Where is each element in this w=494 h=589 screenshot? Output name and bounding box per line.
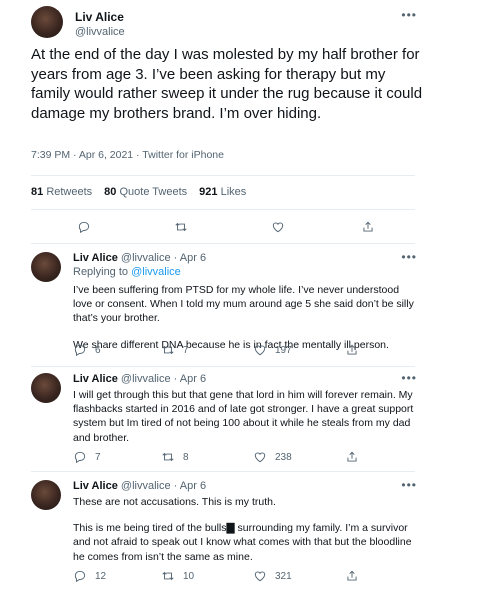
avatar[interactable] [31, 252, 61, 282]
more-icon[interactable]: ••• [401, 371, 417, 385]
user-handle[interactable]: @livvalice [121, 373, 171, 385]
display-name[interactable]: Liv Alice [73, 480, 118, 492]
reply-icon [74, 451, 86, 464]
avatar[interactable] [31, 6, 63, 38]
retweet-icon [162, 571, 174, 581]
retweets-stat[interactable]: 81 Retweets [31, 186, 92, 198]
reply-action-bar: 7 8 238 [73, 450, 415, 466]
likes-stat[interactable]: 921 Likes [199, 186, 246, 198]
reply-icon [74, 570, 86, 583]
replying-to: Replying to @livvalice [73, 266, 181, 278]
share-icon[interactable] [361, 220, 375, 234]
share-icon [347, 344, 357, 355]
reply-icon [74, 344, 86, 357]
main-tweet-text: At the end of the day I was molested by … [31, 46, 423, 122]
reply-tweet[interactable]: Liv Alice @livvalice · Apr 6 ••• These a… [31, 478, 417, 585]
share-button[interactable] [345, 343, 359, 357]
reply-icon[interactable] [77, 220, 91, 234]
share-button[interactable] [345, 569, 359, 583]
divider [31, 209, 415, 210]
more-icon[interactable]: ••• [401, 250, 417, 264]
reply-action-bar: 6 7 197 [73, 343, 415, 359]
display-name[interactable]: Liv Alice [75, 10, 124, 24]
retweet-icon [162, 452, 174, 462]
quote-tweets-stat[interactable]: 80 Quote Tweets [104, 186, 187, 198]
reply-button[interactable]: 6 [73, 343, 101, 357]
user-handle[interactable]: @livvalice [121, 480, 171, 492]
divider [31, 175, 415, 176]
display-name[interactable]: Liv Alice [73, 373, 118, 385]
reply-text: I will get through this but that gene th… [73, 389, 414, 444]
engagement-stats: 81 Retweets 80 Quote Tweets 921 Likes [31, 186, 246, 198]
divider [31, 366, 415, 367]
reply-action-bar: 12 10 321 [73, 569, 415, 585]
main-action-bar [31, 220, 415, 236]
main-tweet-header: Liv Alice @livvalice ••• [31, 6, 416, 40]
like-icon[interactable] [271, 220, 285, 234]
like-icon [254, 345, 266, 356]
divider [31, 471, 415, 472]
tweet-timestamp[interactable]: 7:39 PM · Apr 6, 2021 · Twitter for iPho… [31, 149, 224, 161]
reply-header: Liv Alice @livvalice · Apr 6 [73, 480, 206, 492]
display-name[interactable]: Liv Alice [73, 252, 118, 264]
reply-tweet[interactable]: Liv Alice @livvalice · Apr 6 ••• I will … [31, 371, 417, 468]
like-icon [254, 571, 266, 582]
like-button[interactable]: 197 [253, 343, 292, 357]
reply-button[interactable]: 12 [73, 569, 106, 583]
reply-header: Liv Alice @livvalice · Apr 6 [73, 373, 206, 385]
replying-to-link[interactable]: @livvalice [131, 266, 181, 278]
avatar[interactable] [31, 373, 61, 403]
tweet-thread: Liv Alice @livvalice ••• At the end of t… [17, 0, 422, 589]
retweet-button[interactable]: 10 [161, 569, 194, 583]
reply-header: Liv Alice @livvalice · Apr 6 [73, 252, 206, 264]
like-button[interactable]: 238 [253, 450, 292, 464]
like-button[interactable]: 321 [253, 569, 292, 583]
retweet-button[interactable]: 7 [161, 343, 189, 357]
divider [31, 243, 415, 244]
more-icon[interactable]: ••• [401, 8, 417, 22]
more-icon[interactable]: ••• [401, 478, 417, 492]
retweet-icon [162, 345, 174, 355]
tweet-date[interactable]: · Apr 6 [174, 252, 206, 264]
avatar[interactable] [31, 480, 61, 510]
reply-text: These are not accusations. This is my tr… [73, 496, 412, 563]
tweet-date[interactable]: · Apr 6 [174, 480, 206, 492]
user-handle[interactable]: @livvalice [75, 26, 125, 38]
retweet-icon[interactable] [174, 220, 188, 234]
tweet-date[interactable]: · Apr 6 [174, 373, 206, 385]
share-icon [347, 570, 357, 581]
retweet-button[interactable]: 8 [161, 450, 189, 464]
share-button[interactable] [345, 450, 359, 464]
reply-tweet[interactable]: Liv Alice @livvalice · Apr 6 ••• Replyin… [31, 250, 417, 362]
user-handle[interactable]: @livvalice [121, 252, 171, 264]
like-icon [254, 452, 266, 463]
reply-button[interactable]: 7 [73, 450, 101, 464]
share-icon [347, 451, 357, 462]
